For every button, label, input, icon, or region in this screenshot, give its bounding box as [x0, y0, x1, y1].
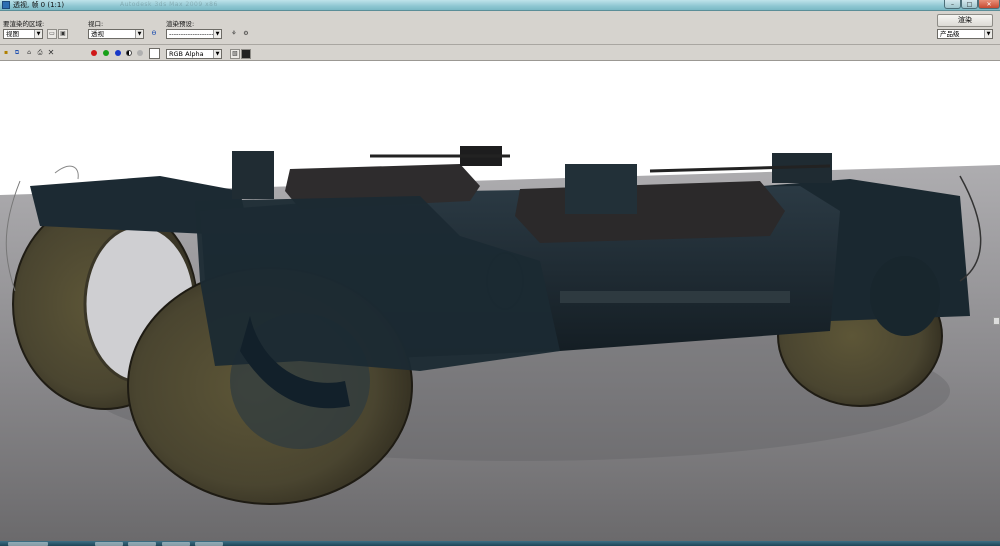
color-swatch[interactable]: [149, 48, 160, 59]
save-icon[interactable]: ▪: [1, 48, 11, 58]
preset-value: -------------------: [169, 30, 214, 38]
render-setup-icon[interactable]: ⚙: [241, 29, 251, 39]
render-frame-toolbar: 要渲染的区域: 视图 ▼ ▭ ▣ 视口: 透视 ▼ Ө 渲染预设: ------…: [0, 11, 1000, 61]
preset-dropdown[interactable]: ------------------- ▼: [166, 29, 222, 39]
auto-region-icon[interactable]: ▣: [58, 29, 68, 39]
taskbar-item[interactable]: [8, 542, 48, 546]
edit-region-icon[interactable]: ▭: [47, 29, 57, 39]
taskbar-item[interactable]: [195, 542, 223, 546]
chevron-down-icon: ▼: [34, 30, 42, 38]
red-channel-toggle[interactable]: [91, 50, 97, 56]
taskbar-item[interactable]: [162, 542, 190, 546]
chevron-down-icon: ▼: [984, 30, 992, 38]
chevron-down-icon: ▼: [213, 30, 221, 38]
taskbar-item[interactable]: [95, 542, 123, 546]
copy-icon[interactable]: ⧉: [12, 48, 22, 58]
close-button[interactable]: ✕: [978, 0, 1000, 9]
scroll-handle[interactable]: [993, 317, 1000, 325]
channel-dropdown[interactable]: RGB Alpha ▼: [166, 49, 222, 59]
close-icon[interactable]: ✕: [46, 48, 56, 58]
print-icon[interactable]: ⎙: [35, 48, 45, 58]
viewport-dropdown[interactable]: 透视 ▼: [88, 29, 144, 39]
ghost-title: Autodesk 3ds Max 2009 x86: [120, 1, 218, 8]
toolbar-divider: [0, 44, 1000, 45]
taskbar-item[interactable]: [128, 542, 156, 546]
product-value: 产品级: [940, 30, 960, 38]
viewport-label: 视口:: [88, 20, 104, 28]
chevron-down-icon: ▼: [213, 50, 221, 58]
channel-value: RGB Alpha: [169, 50, 204, 58]
window-title: 透视, 帧 0 (1:1): [13, 1, 65, 9]
product-dropdown[interactable]: 产品级 ▼: [937, 29, 993, 39]
viewport-value: 透视: [91, 30, 104, 38]
clone-window-icon[interactable]: ⌂: [24, 48, 34, 58]
toggle-ui-icon[interactable]: [241, 49, 251, 59]
render-button[interactable]: 渲染: [937, 14, 993, 27]
render-viewport: [0, 61, 1000, 541]
preset-label: 渲染预设:: [166, 20, 195, 28]
maximize-button[interactable]: □: [961, 0, 978, 9]
area-label: 要渲染的区域:: [3, 20, 45, 28]
alpha-channel-toggle[interactable]: [126, 50, 132, 56]
mono-toggle[interactable]: [137, 50, 143, 56]
chevron-down-icon: ▼: [135, 30, 143, 38]
minimize-button[interactable]: –: [944, 0, 961, 9]
lock-icon[interactable]: Ө: [149, 29, 159, 39]
green-channel-toggle[interactable]: [103, 50, 109, 56]
area-value: 视图: [6, 30, 19, 38]
app-icon: [2, 1, 10, 9]
rendered-bogie-image: [0, 146, 1000, 541]
title-bar: 透视, 帧 0 (1:1) Autodesk 3ds Max 2009 x86: [0, 0, 1000, 11]
toggle-ui-overlay-icon[interactable]: ▧: [230, 49, 240, 59]
environment-icon[interactable]: ⚘: [229, 29, 239, 39]
area-dropdown[interactable]: 视图 ▼: [3, 29, 43, 39]
blue-channel-toggle[interactable]: [115, 50, 121, 56]
